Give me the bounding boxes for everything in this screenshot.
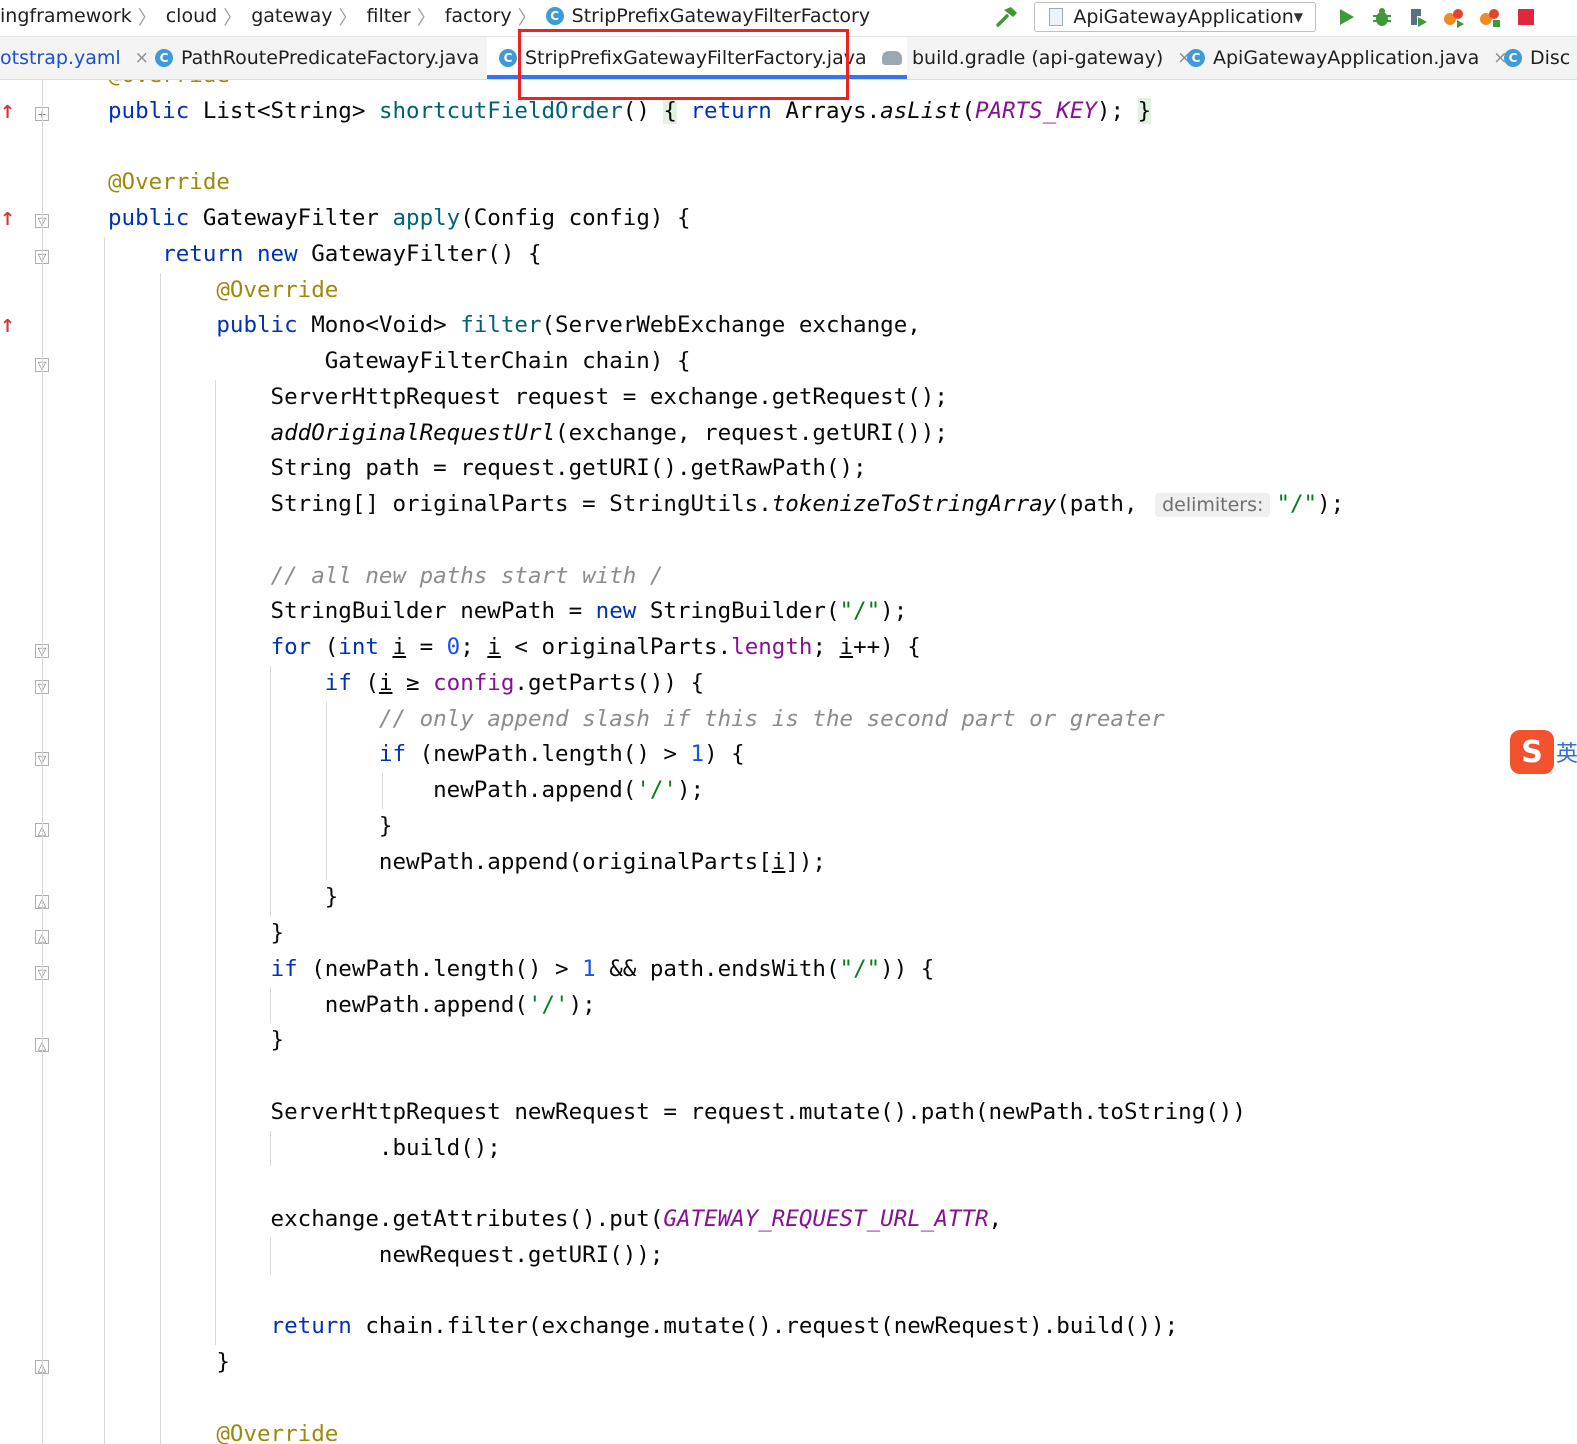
sogou-ime-icon[interactable]: S	[1510, 730, 1554, 774]
parameter-hint: delimiters:	[1155, 493, 1271, 517]
code-line	[0, 522, 1344, 559]
ime-mode-indicator[interactable]: 英	[1556, 736, 1577, 770]
code-line: for (int i = 0; i < originalParts.length…	[0, 630, 1344, 666]
code-editor[interactable]: @Override public List<String> shortcutFi…	[0, 80, 1577, 1444]
code-line: addOriginalRequestUrl(exchange, request.…	[0, 415, 1344, 452]
chevron-right-icon: 〉	[338, 6, 358, 29]
hammer-icon[interactable]	[990, 2, 1024, 32]
code-line: ServerHttpRequest request = exchange.get…	[0, 379, 1344, 416]
code-line: public Mono<Void> filter(ServerWebExchan…	[0, 308, 1344, 344]
chevron-right-icon: 〉	[137, 6, 157, 29]
code-line: }	[0, 880, 1344, 916]
chevron-right-icon: 〉	[416, 6, 436, 29]
application-icon	[1049, 8, 1064, 26]
class-icon: C	[545, 7, 564, 25]
code-area[interactable]: @Override public List<String> shortcutFi…	[0, 80, 1344, 1444]
breadcrumb-item[interactable]: cloud 〉	[166, 3, 251, 30]
code-line: @Override	[0, 1416, 1344, 1444]
debug-icon[interactable]	[1364, 2, 1400, 32]
code-line: }	[0, 1345, 1344, 1381]
code-line: // only append slash if this is the seco…	[0, 701, 1344, 738]
code-line: // all new paths start with /	[0, 558, 1344, 595]
breadcrumb-item[interactable]: filter 〉	[366, 3, 444, 30]
breadcrumb-item[interactable]: gateway 〉	[251, 3, 366, 30]
code-line: String path = request.getURI().getRawPat…	[0, 451, 1344, 487]
tab-bootstrap-yaml[interactable]: otstrap.yaml ×	[0, 37, 149, 79]
code-line: GatewayFilterChain chain) {	[0, 344, 1344, 380]
code-line: newPath.append(originalParts[i]);	[0, 844, 1344, 881]
run-toolbar: ApiGatewayApplication ▼	[990, 0, 1544, 34]
highlight-box	[518, 29, 849, 100]
breadcrumb-item-class[interactable]: C StripPrefixGatewayFilterFactory	[545, 5, 870, 27]
code-line	[0, 1380, 1344, 1417]
chevron-down-icon: ▼	[1293, 10, 1303, 24]
code-line: public GatewayFilter apply(Config config…	[108, 205, 691, 231]
code-line: newRequest.getURI());	[0, 1237, 1344, 1274]
code-line	[0, 1059, 1344, 1095]
code-line: if (i ≥ config.getParts()) {	[0, 665, 1344, 702]
breadcrumb: ingframework 〉 cloud 〉 gateway 〉 filter 〉 fa…	[0, 0, 870, 32]
code-line: .build();	[0, 1130, 1344, 1167]
run-icon[interactable]	[1328, 2, 1364, 32]
chevron-right-icon: 〉	[223, 6, 243, 29]
code-line: newPath.append('/');	[0, 987, 1344, 1024]
class-icon: C	[499, 49, 517, 67]
code-line: newPath.append('/');	[0, 773, 1344, 809]
code-line: }	[0, 1023, 1344, 1059]
tab-build-gradle[interactable]: build.gradle (api-gateway) ×	[882, 37, 1192, 79]
breadcrumb-item[interactable]: factory 〉	[445, 3, 546, 30]
code-line	[0, 1273, 1344, 1310]
code-line: if (newPath.length() > 1) {	[0, 737, 1344, 773]
class-icon: C	[155, 49, 173, 67]
chevron-right-icon: 〉	[517, 6, 537, 29]
profile-icon[interactable]	[1436, 2, 1472, 32]
coverage-icon[interactable]	[1400, 2, 1436, 32]
stop-icon[interactable]	[1508, 2, 1544, 32]
tab-disc[interactable]: C Disc	[1504, 37, 1570, 79]
code-line: exchange.getAttributes().put(GATEWAY_REQ…	[0, 1202, 1344, 1238]
code-line: @Override	[108, 169, 230, 196]
run-configuration-select[interactable]: ApiGatewayApplication ▼	[1034, 2, 1316, 32]
breadcrumb-item[interactable]: ingframework 〉	[0, 3, 166, 30]
code-line: return chain.filter(exchange.mutate().re…	[0, 1309, 1344, 1345]
gradle-icon	[882, 51, 902, 65]
class-icon: C	[1187, 49, 1205, 67]
code-line: if (newPath.length() > 1 && path.endsWit…	[0, 951, 1344, 988]
code-line: return new GatewayFilter() {	[0, 236, 1344, 273]
code-line: }	[0, 916, 1344, 952]
code-line: StringBuilder newPath = new StringBuilde…	[0, 594, 1344, 630]
code-line: ServerHttpRequest newRequest = request.m…	[0, 1094, 1344, 1131]
close-icon[interactable]: ×	[135, 48, 149, 68]
class-icon: C	[1504, 49, 1522, 67]
tab-api-gateway-application[interactable]: C ApiGatewayApplication.java ×	[1187, 37, 1508, 79]
tab-path-route-predicate-factory[interactable]: C PathRoutePredicateFactory.java ×	[155, 37, 507, 79]
profile-alt-icon[interactable]	[1472, 2, 1508, 32]
code-line	[0, 1166, 1344, 1202]
code-line: @Override	[0, 272, 1344, 309]
code-line: }	[0, 808, 1344, 845]
code-line: String[] originalParts = StringUtils.tok…	[0, 487, 1344, 523]
